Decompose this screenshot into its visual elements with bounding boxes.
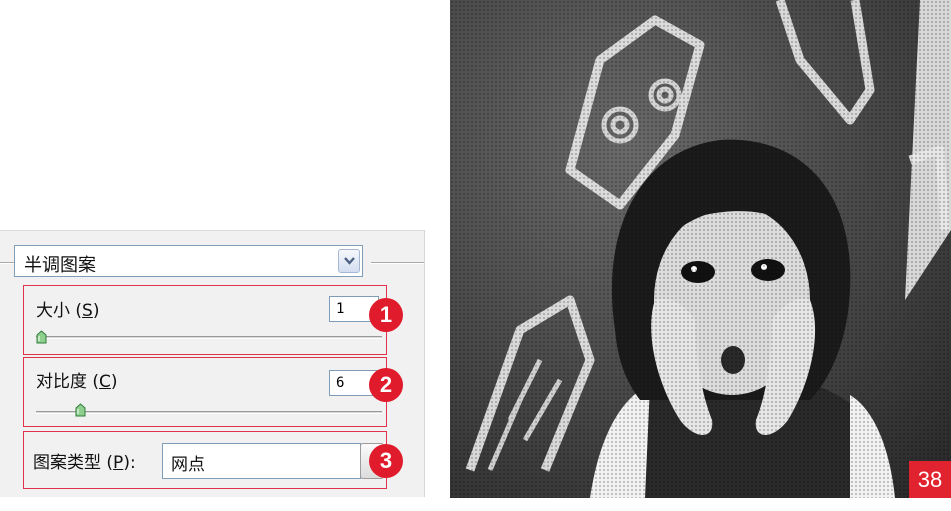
contrast-slider-track[interactable] [36, 411, 382, 414]
portrait-image [450, 0, 951, 498]
size-slider-track[interactable] [36, 336, 382, 339]
pattern-type-label: 图案类型 (P): [33, 453, 136, 473]
pattern-type-select[interactable]: 网点 [162, 443, 361, 479]
step-badge-1: 1 [369, 298, 403, 332]
page-number-tag: 38 [909, 461, 951, 498]
dropdown-arrow-button[interactable] [338, 249, 360, 273]
size-label: 大小 (S) [36, 301, 100, 321]
halftone-pattern-panel: 半调图案 大小 (S) 1 对比度 (C) 6 图案类型 (P): 网点 1 2… [0, 230, 425, 497]
filter-type-value: 半调图案 [24, 255, 96, 276]
filter-type-dropdown[interactable]: 半调图案 [14, 245, 363, 277]
step-badge-3: 3 [369, 444, 403, 478]
size-setting-group: 大小 (S) 1 [23, 285, 387, 355]
divider [371, 262, 424, 264]
pattern-type-group: 图案类型 (P): 网点 [23, 431, 387, 489]
pattern-type-value: 网点 [171, 455, 205, 475]
step-badge-2: 2 [369, 368, 403, 402]
size-slider-thumb[interactable] [36, 330, 47, 344]
chevron-down-icon [344, 257, 355, 265]
divider [0, 262, 14, 264]
halftone-result-photo [450, 0, 951, 498]
contrast-setting-group: 对比度 (C) 6 [23, 357, 387, 427]
contrast-label: 对比度 (C) [36, 372, 118, 392]
contrast-slider-thumb[interactable] [75, 403, 86, 417]
